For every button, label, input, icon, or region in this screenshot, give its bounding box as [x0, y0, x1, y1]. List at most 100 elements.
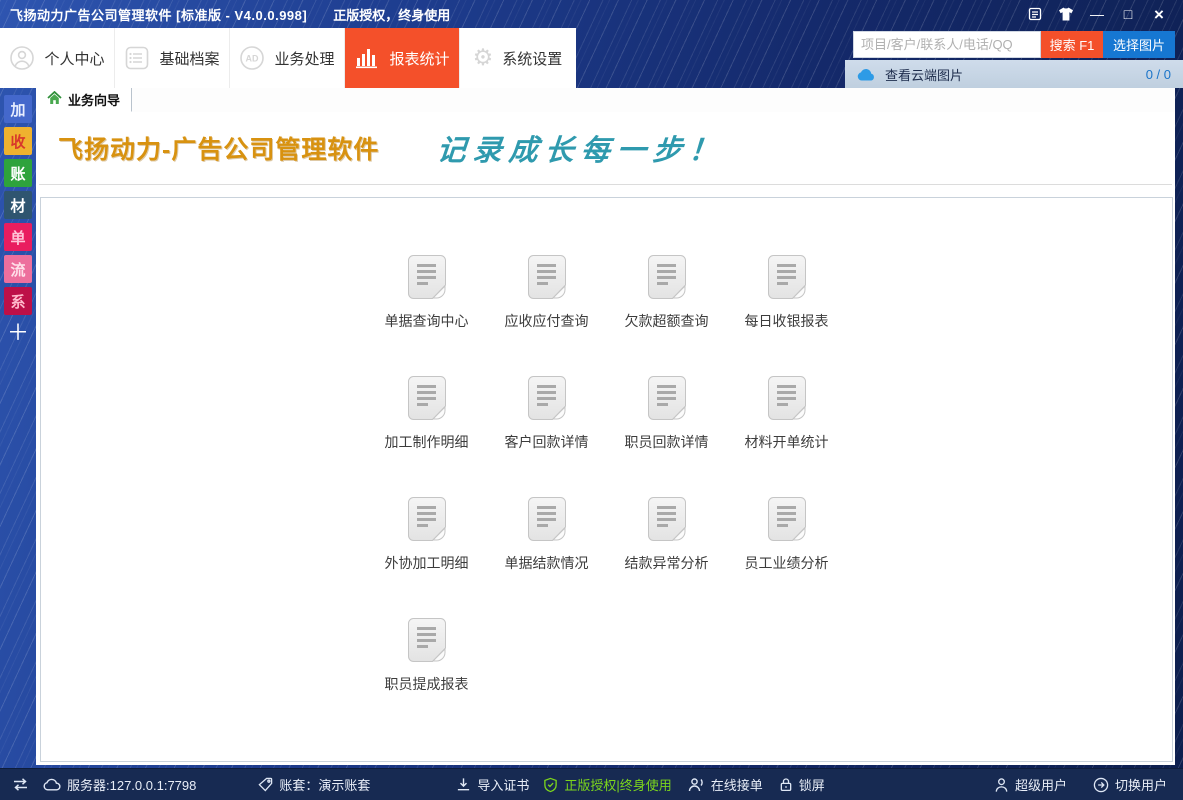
super-user-label: 超级用户: [1015, 775, 1067, 794]
report-item-outsourcing-detail[interactable]: 外协加工明细: [367, 496, 487, 573]
sidebar-item-jia[interactable]: 加: [4, 95, 32, 123]
report-item-material-billing[interactable]: 材料开单统计: [727, 375, 847, 452]
online-person-icon: [688, 777, 705, 792]
sidebar-item-liu[interactable]: 流: [4, 255, 32, 283]
tab-label: 基础档案: [159, 48, 219, 69]
home-icon: [47, 91, 62, 108]
minimize-button[interactable]: —: [1089, 6, 1105, 22]
skin-shirt-icon[interactable]: [1058, 6, 1074, 22]
window-title: 飞扬动力广告公司管理软件 [标准版 - V4.0.0.998]: [0, 5, 307, 24]
report-item-processing-detail[interactable]: 加工制作明细: [367, 375, 487, 452]
switch-user[interactable]: 切换用户: [1093, 775, 1167, 794]
tab-business-processing[interactable]: AD 业务处理: [230, 28, 345, 88]
cloud-image-count: 0 / 0: [1146, 67, 1171, 82]
super-user[interactable]: 超级用户: [994, 775, 1067, 794]
switch-arrow-icon: [1093, 777, 1109, 793]
license-note: 正版授权，终身使用: [333, 5, 450, 24]
sidebar-item-shou[interactable]: 收: [4, 127, 32, 155]
sidebar-item-dan[interactable]: 单: [4, 223, 32, 251]
close-button[interactable]: ×: [1151, 6, 1167, 22]
report-item-staff-repayment[interactable]: 职员回款详情: [607, 375, 727, 452]
workspace-tabstrip: 业务向导: [36, 88, 1175, 112]
document-icon: [407, 496, 447, 542]
maximize-button[interactable]: □: [1120, 6, 1136, 22]
server-status: 服务器:127.0.0.1:7798: [43, 775, 196, 794]
report-grid: 单据查询中心 应收应付查询 欠款超额查询 每日收银报表 加工制作明细: [41, 254, 1172, 694]
report-item-label: 应收应付查询: [505, 311, 589, 331]
search-button[interactable]: 搜索 F1: [1041, 31, 1103, 58]
document-icon: [647, 375, 687, 421]
import-certificate[interactable]: 导入证书: [456, 775, 529, 794]
switch-user-label: 切换用户: [1115, 775, 1167, 794]
main-area: 业务向导 飞扬动力-广告公司管理软件 记录成长每一步！ 单据查询中心 应收应付查…: [36, 88, 1175, 765]
tab-personal-center[interactable]: 个人中心: [0, 28, 115, 88]
cloud-bar-label: 查看云端图片: [885, 65, 963, 84]
status-bar: 服务器:127.0.0.1:7798 账套：演示账套 导入证书: [0, 768, 1183, 800]
report-item-settlement-status[interactable]: 单据结款情况: [487, 496, 607, 573]
document-icon: [767, 254, 807, 300]
report-item-label: 客户回款详情: [505, 432, 589, 452]
document-icon: [647, 254, 687, 300]
document-icon: [527, 375, 567, 421]
report-item-staff-commission[interactable]: 职员提成报表: [367, 617, 487, 694]
choose-image-button[interactable]: 选择图片: [1103, 31, 1175, 58]
sidebar-add-button[interactable]: ＋: [4, 322, 32, 344]
swap-arrows-icon[interactable]: [12, 777, 29, 792]
report-item-label: 结款异常分析: [625, 553, 709, 573]
import-certificate-label: 导入证书: [477, 775, 529, 794]
logo-row: 飞扬动力-广告公司管理软件 记录成长每一步！: [39, 112, 1172, 185]
tab-system-settings[interactable]: ⚙ 系统设置: [460, 28, 575, 88]
report-item-label: 职员回款详情: [625, 432, 709, 452]
report-item-customer-repayment[interactable]: 客户回款详情: [487, 375, 607, 452]
document-icon: [767, 375, 807, 421]
report-item-label: 每日收银报表: [745, 311, 829, 331]
report-item-overdue-query[interactable]: 欠款超额查询: [607, 254, 727, 331]
list-icon: [124, 45, 150, 71]
window-controls: — □ ×: [1027, 6, 1183, 22]
tab-label: 业务处理: [274, 48, 334, 69]
title-bar: 飞扬动力广告公司管理软件 [标准版 - V4.0.0.998] 正版授权，终身使…: [0, 0, 1183, 28]
lock-screen-label: 锁屏: [799, 775, 825, 794]
document-icon: [647, 496, 687, 542]
document-icon: [527, 254, 567, 300]
sidebar-item-cai[interactable]: 材: [4, 191, 32, 219]
report-item-label: 单据查询中心: [385, 311, 469, 331]
document-icon: [407, 617, 447, 663]
cloud-images-bar[interactable]: 查看云端图片 0 / 0: [845, 60, 1183, 88]
online-orders[interactable]: 在线接单: [688, 775, 763, 794]
tab-business-wizard[interactable]: 业务向导: [36, 88, 132, 112]
report-item-label: 欠款超额查询: [625, 311, 709, 331]
account-set-label: 账套：演示账套: [279, 775, 370, 794]
search-input[interactable]: [853, 31, 1041, 58]
user-circle-icon: [9, 45, 35, 71]
report-panel: 单据查询中心 应收应付查询 欠款超额查询 每日收银报表 加工制作明细: [40, 197, 1173, 762]
tab-basic-archives[interactable]: 基础档案: [115, 28, 230, 88]
document-icon: [407, 254, 447, 300]
bar-chart-icon: [354, 45, 380, 71]
sidebar-item-xi[interactable]: 系: [4, 287, 32, 315]
report-item-label: 外协加工明细: [385, 553, 469, 573]
brand-logo: 飞扬动力-广告公司管理软件: [58, 130, 379, 166]
report-item-daily-cashier[interactable]: 每日收银报表: [727, 254, 847, 331]
ad-badge: AD: [246, 54, 259, 64]
user-icon: [994, 777, 1009, 793]
license-status-label: 正版授权|终身使用: [564, 775, 671, 794]
report-item-employee-performance[interactable]: 员工业绩分析: [727, 496, 847, 573]
main-nav: 个人中心 基础档案 AD 业务处理: [0, 28, 576, 88]
tab-label: 报表统计: [389, 48, 449, 69]
tab-report-statistics[interactable]: 报表统计: [345, 28, 460, 88]
report-item-settlement-anomaly[interactable]: 结款异常分析: [607, 496, 727, 573]
sidebar-item-zhang[interactable]: 账: [4, 159, 32, 187]
lock-screen[interactable]: 锁屏: [779, 775, 825, 794]
gear-icon: ⚙: [473, 47, 494, 70]
brand-slogan: 记录成长每一步！: [435, 127, 727, 169]
report-item-bill-query-center[interactable]: 单据查询中心: [367, 254, 487, 331]
notes-icon[interactable]: [1027, 6, 1043, 22]
cloud-outline-icon: [43, 778, 61, 791]
report-item-receivable-payable[interactable]: 应收应付查询: [487, 254, 607, 331]
report-item-label: 员工业绩分析: [745, 553, 829, 573]
download-icon: [456, 777, 471, 792]
license-status: 正版授权|终身使用: [543, 775, 671, 794]
online-orders-label: 在线接单: [711, 775, 763, 794]
tab-label: 系统设置: [502, 48, 562, 69]
